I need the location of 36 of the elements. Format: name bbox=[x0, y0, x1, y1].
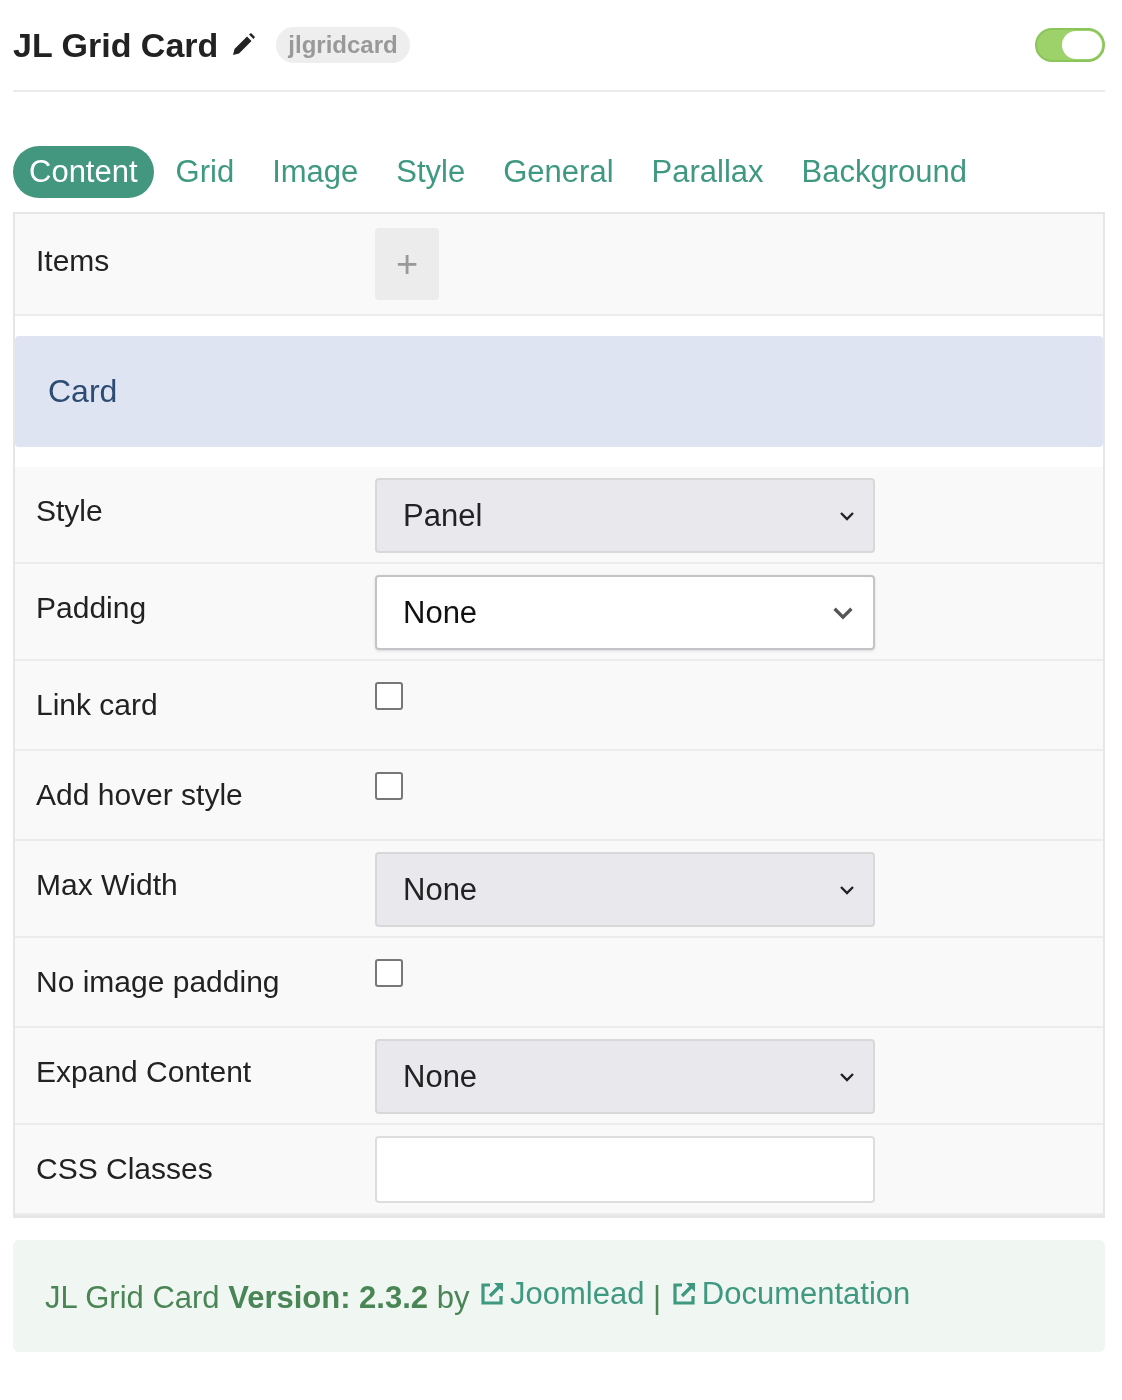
plugin-title: JL Grid Card bbox=[13, 25, 219, 65]
select-field[interactable]: None bbox=[375, 575, 875, 650]
select-field[interactable]: Panel bbox=[375, 478, 875, 553]
field-label: Padding bbox=[35, 590, 148, 625]
checkbox[interactable] bbox=[375, 772, 403, 800]
section-header: Card bbox=[15, 336, 1103, 447]
tab[interactable]: Background bbox=[785, 146, 983, 198]
field-label: Add hover style bbox=[35, 777, 244, 812]
field-label: No image padding bbox=[35, 964, 281, 999]
select-field[interactable]: None bbox=[375, 1039, 875, 1114]
tab[interactable]: General bbox=[487, 146, 630, 198]
chevron-down-icon bbox=[839, 510, 855, 521]
tab[interactable]: Image bbox=[256, 146, 375, 198]
field-label: Link card bbox=[35, 687, 159, 722]
input-field[interactable] bbox=[375, 1136, 875, 1203]
alias-badge: jlgridcard bbox=[276, 27, 410, 63]
chevron-down-icon bbox=[839, 884, 855, 895]
field-label: Expand Content bbox=[35, 1054, 253, 1089]
field-label: Max Width bbox=[35, 867, 179, 902]
field-label: Style bbox=[35, 493, 104, 528]
tab[interactable]: Content bbox=[13, 146, 154, 198]
checkbox[interactable] bbox=[375, 682, 403, 710]
checkbox[interactable] bbox=[375, 959, 403, 987]
field-label: Items bbox=[35, 243, 111, 278]
tab[interactable]: Style bbox=[380, 146, 482, 198]
select-field[interactable]: None bbox=[375, 852, 875, 927]
version-info: JL Grid Card Version: 2.3.2 by Joomlead | Documentation bbox=[45, 1276, 912, 1316]
tab[interactable]: Parallax bbox=[635, 146, 780, 198]
enable-toggle[interactable] bbox=[1035, 28, 1105, 62]
field-label: CSS Classes bbox=[35, 1151, 214, 1186]
chevron-down-icon bbox=[831, 605, 855, 620]
chevron-down-icon bbox=[839, 1071, 855, 1082]
tab[interactable]: Grid bbox=[159, 146, 251, 198]
add-button[interactable]: + bbox=[375, 228, 439, 300]
link[interactable]: Documentation bbox=[669, 1276, 911, 1312]
link[interactable]: Joomlead bbox=[478, 1276, 645, 1312]
